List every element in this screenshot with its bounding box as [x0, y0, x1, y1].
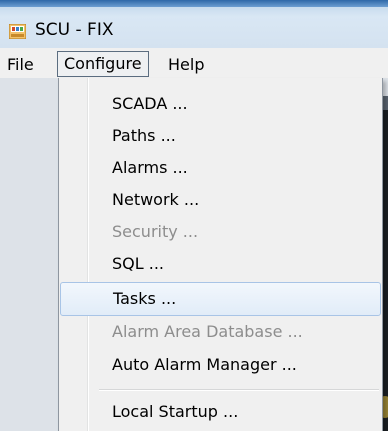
menu-item-paths[interactable]: Paths ... [60, 120, 381, 154]
menu-item-sql[interactable]: SQL ... [60, 248, 381, 282]
window-title: SCU - FIX [35, 20, 114, 40]
menu-item-label: Network ... [112, 190, 200, 209]
menu-help[interactable]: Help [168, 53, 204, 77]
menu-item-alarms[interactable]: Alarms ... [60, 152, 381, 186]
menu-item-tasks[interactable]: Tasks ... [60, 282, 381, 316]
menu-item-label: SQL ... [112, 254, 165, 273]
menu-item-label: Paths ... [112, 126, 176, 145]
menu-separator [99, 389, 379, 391]
menu-item-label: Tasks ... [113, 289, 177, 308]
menu-bar: File Configure Help [0, 48, 388, 78]
menu-item-label: SCADA ... [112, 94, 188, 113]
menu-item-local-startup[interactable]: Local Startup ... [60, 396, 381, 430]
menu-item-label: Security ... [112, 222, 199, 241]
title-bar: SCU - FIX [0, 0, 388, 48]
menu-item-label: Alarms ... [112, 158, 188, 177]
menu-item-alarm-area-database: Alarm Area Database ... [60, 316, 381, 350]
app-icon [9, 24, 26, 39]
menu-configure[interactable]: Configure [57, 51, 149, 77]
menu-item-network[interactable]: Network ... [60, 184, 381, 218]
menu-item-auto-alarm-manager[interactable]: Auto Alarm Manager ... [60, 349, 381, 383]
menu-item-label: Alarm Area Database ... [112, 322, 303, 341]
configure-dropdown-menu: SCADA ... Paths ... Alarms ... Network .… [58, 78, 383, 431]
menu-item-security: Security ... [60, 216, 381, 250]
title-bar-accent [0, 0, 388, 7]
menu-item-label: Local Startup ... [112, 402, 239, 421]
menu-item-scada[interactable]: SCADA ... [60, 88, 381, 122]
menu-item-label: Auto Alarm Manager ... [112, 355, 297, 374]
menu-file[interactable]: File [7, 53, 34, 77]
